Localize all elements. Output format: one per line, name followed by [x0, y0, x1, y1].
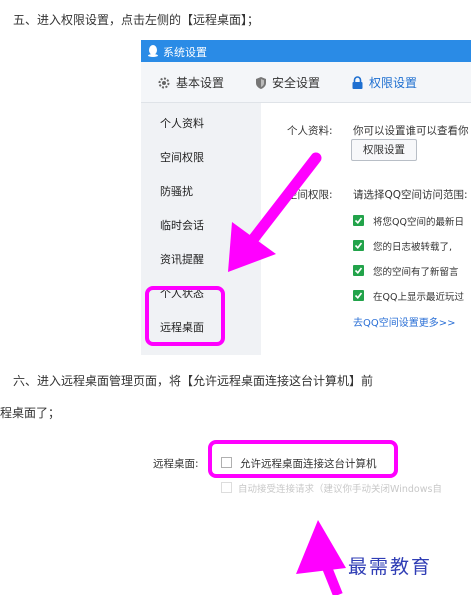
permission-settings-button[interactable]: 权限设置: [351, 139, 417, 161]
tab-basic-settings[interactable]: 基本设置: [157, 74, 224, 91]
tab-basic-settings-label: 基本设置: [176, 76, 225, 90]
permission-option-2: 您的日志被转载了,: [373, 242, 453, 253]
sidebar-item-news-reminder[interactable]: 资讯提醒: [160, 251, 204, 267]
gear-icon: [158, 77, 170, 88]
permission-checkbox-1[interactable]: [353, 215, 364, 226]
auto-accept-checkbox[interactable]: [221, 482, 232, 493]
permission-option-4: 在QQ上显示最近玩过: [373, 292, 464, 303]
permission-checkbox-3[interactable]: [353, 265, 364, 276]
permission-option-3: 您的空间有了新留言: [373, 267, 459, 278]
profile-label: 个人资料:: [287, 125, 333, 137]
remote-desktop-highlight: [145, 286, 225, 346]
check-icon: [354, 267, 363, 275]
step6-text-line1: 六、进入远程桌面管理页面，将【允许远程桌面连接这台计算机】前: [13, 374, 374, 388]
auto-accept-option: 自动接受连接请求（建议你手动关闭Windows自: [238, 484, 442, 495]
more-qzone-settings-link[interactable]: 去QQ空间设置更多>>: [353, 314, 456, 329]
check-icon: [354, 217, 363, 225]
space-permission-description: 请选择QQ空间访问范围:: [353, 189, 468, 201]
check-icon: [354, 242, 363, 250]
window-title: 系统设置: [163, 46, 207, 59]
check-icon: [354, 292, 363, 300]
qq-penguin-icon: [148, 45, 158, 57]
sidebar-item-temp-chat[interactable]: 临时会话: [160, 217, 204, 233]
lock-icon: [352, 75, 363, 89]
pointer-arrow-icon: [228, 152, 322, 272]
watermark-text: 最需教育: [348, 556, 433, 578]
settings-toolbar: 基本设置 安全设置 权限设置: [141, 62, 471, 103]
shield-icon: [256, 76, 266, 89]
sidebar-item-anti-harassment[interactable]: 防骚扰: [160, 183, 193, 199]
permission-checkbox-4[interactable]: [353, 290, 364, 301]
step5-text: 五、进入权限设置，点击左侧的【远程桌面】；: [13, 13, 260, 27]
allow-remote-highlight: [208, 440, 398, 478]
permission-option-1: 将您QQ空间的最新日: [373, 217, 464, 228]
tab-security-settings[interactable]: 安全设置: [255, 74, 320, 91]
permission-checkbox-2[interactable]: [353, 240, 364, 251]
sidebar-item-space-permission[interactable]: 空间权限: [160, 149, 204, 165]
sidebar-item-profile[interactable]: 个人资料: [160, 115, 204, 131]
window-titlebar: 系统设置: [141, 40, 471, 62]
remote-desktop-label: 远程桌面:: [153, 458, 199, 470]
tab-permission-settings-label: 权限设置: [369, 76, 418, 90]
tab-permission-settings[interactable]: 权限设置: [351, 74, 417, 91]
tab-security-settings-label: 安全设置: [272, 76, 321, 90]
step6-text-line2: 程桌面了；: [0, 406, 61, 420]
profile-description: 你可以设置谁可以查看你: [353, 125, 469, 137]
